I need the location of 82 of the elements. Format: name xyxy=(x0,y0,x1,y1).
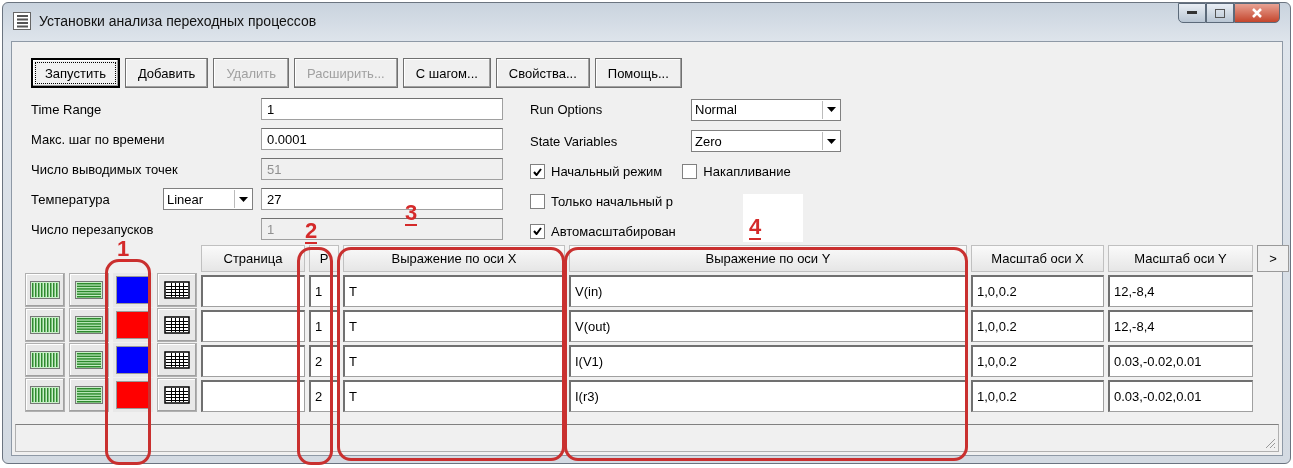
checkbox[interactable] xyxy=(530,223,545,239)
checkbox-label: Только начальный р xyxy=(551,194,673,210)
horizontal-lines-icon[interactable] xyxy=(75,351,103,369)
input-field[interactable] xyxy=(201,380,305,412)
checkbox-label: Автомасштабирован xyxy=(551,223,676,239)
input-field[interactable]: T xyxy=(343,380,565,412)
input-field[interactable]: V(out) xyxy=(569,310,967,342)
color-swatch[interactable] xyxy=(113,378,153,412)
input-field[interactable]: T xyxy=(343,310,565,342)
column-header: Масштаб оси X xyxy=(971,245,1104,272)
grid-icon[interactable] xyxy=(164,316,190,334)
checkbox[interactable] xyxy=(530,194,545,210)
toolbar-button[interactable]: С шагом... xyxy=(402,58,491,88)
checkmark-icon xyxy=(533,227,542,236)
dropdown-arrow-icon[interactable] xyxy=(827,138,836,144)
input-field[interactable]: 1,0,0.2 xyxy=(971,380,1104,412)
input-field[interactable]: 1,0,0.2 xyxy=(971,310,1104,342)
input-field[interactable]: 1,0,0.2 xyxy=(971,345,1104,377)
input-field[interactable]: I(V1) xyxy=(569,345,967,377)
annotation-number: 4 xyxy=(749,216,762,240)
checkbox-label: Накапливание xyxy=(703,164,791,180)
more-columns-button[interactable]: > xyxy=(1257,245,1289,272)
app-icon xyxy=(13,12,31,30)
minimize-icon[interactable] xyxy=(1187,11,1197,15)
annotation-number: 2 xyxy=(305,220,318,244)
checkmark-icon xyxy=(533,167,542,176)
toolbar-button[interactable]: Запустить xyxy=(31,58,120,88)
resize-grip-icon[interactable] xyxy=(1264,437,1276,449)
mode-dropdown[interactable]: Linear xyxy=(163,188,253,210)
color-swatch[interactable] xyxy=(113,273,153,307)
input-field[interactable]: 12,-8,4 xyxy=(1108,310,1253,342)
option-label: State Variables xyxy=(530,133,619,149)
field-label: Число выводимых точек xyxy=(31,161,179,177)
input-field[interactable]: I(r3) xyxy=(569,380,967,412)
input-field[interactable]: V(in) xyxy=(569,275,967,307)
input-field[interactable]: 0.03,-0.02,0.01 xyxy=(1108,380,1253,412)
input-field[interactable]: 1 xyxy=(261,98,503,120)
maximize-icon[interactable] xyxy=(1215,8,1225,18)
toolbar-button[interactable]: Добавить xyxy=(124,58,209,88)
input-field[interactable]: T xyxy=(343,345,565,377)
vertical-lines-icon[interactable] xyxy=(30,386,60,404)
vertical-lines-icon[interactable] xyxy=(30,316,60,334)
input-field[interactable] xyxy=(201,310,305,342)
checkbox-label: Начальный режим xyxy=(551,164,663,180)
grid-icon[interactable] xyxy=(164,351,190,369)
maximize-button[interactable] xyxy=(1206,3,1234,23)
toolbar-button[interactable]: Свойства... xyxy=(495,58,590,88)
checkbox[interactable] xyxy=(682,164,698,180)
annotation-number: 1 xyxy=(117,238,130,262)
input-field[interactable]: 0.03,-0.02,0.01 xyxy=(1108,345,1253,377)
vertical-lines-icon[interactable] xyxy=(30,351,60,369)
input-field[interactable] xyxy=(201,275,305,307)
option-label: Run Options xyxy=(530,102,604,118)
input-field[interactable]: T xyxy=(343,275,565,307)
color-swatch[interactable] xyxy=(113,343,153,377)
input-field[interactable]: 1,0,0.2 xyxy=(971,275,1104,307)
dropdown[interactable]: Zero xyxy=(691,130,841,153)
field-label: Число перезапусков xyxy=(31,221,155,237)
column-header: Масштаб оси Y xyxy=(1108,245,1253,272)
dropdown[interactable]: Normal xyxy=(691,98,841,121)
horizontal-lines-icon[interactable] xyxy=(75,281,103,299)
toolbar-button[interactable]: Помощь... xyxy=(594,58,682,88)
horizontal-lines-icon[interactable] xyxy=(75,316,103,334)
horizontal-lines-icon[interactable] xyxy=(75,386,103,404)
window-title: Установки анализа переходных процессов xyxy=(39,13,317,29)
vertical-lines-icon[interactable] xyxy=(30,281,60,299)
dropdown-arrow-icon[interactable] xyxy=(827,107,836,113)
grid-icon[interactable] xyxy=(164,281,190,299)
input-field[interactable]: 0.0001 xyxy=(261,128,503,150)
color-swatch[interactable] xyxy=(113,308,153,342)
dropdown-arrow-icon[interactable] xyxy=(239,196,248,202)
close-icon[interactable] xyxy=(1252,8,1262,18)
field-label: Time Range xyxy=(31,101,103,117)
minimize-button[interactable] xyxy=(1178,3,1206,23)
field-label: Макс. шаг по времени xyxy=(31,131,166,147)
close-button[interactable] xyxy=(1234,3,1280,23)
input-field[interactable]: 12,-8,4 xyxy=(1108,275,1253,307)
input-field[interactable] xyxy=(201,345,305,377)
grid-icon[interactable] xyxy=(164,386,190,404)
field-label: Температура xyxy=(31,191,111,207)
column-header: Страница xyxy=(201,245,305,272)
checkbox[interactable] xyxy=(530,164,545,180)
